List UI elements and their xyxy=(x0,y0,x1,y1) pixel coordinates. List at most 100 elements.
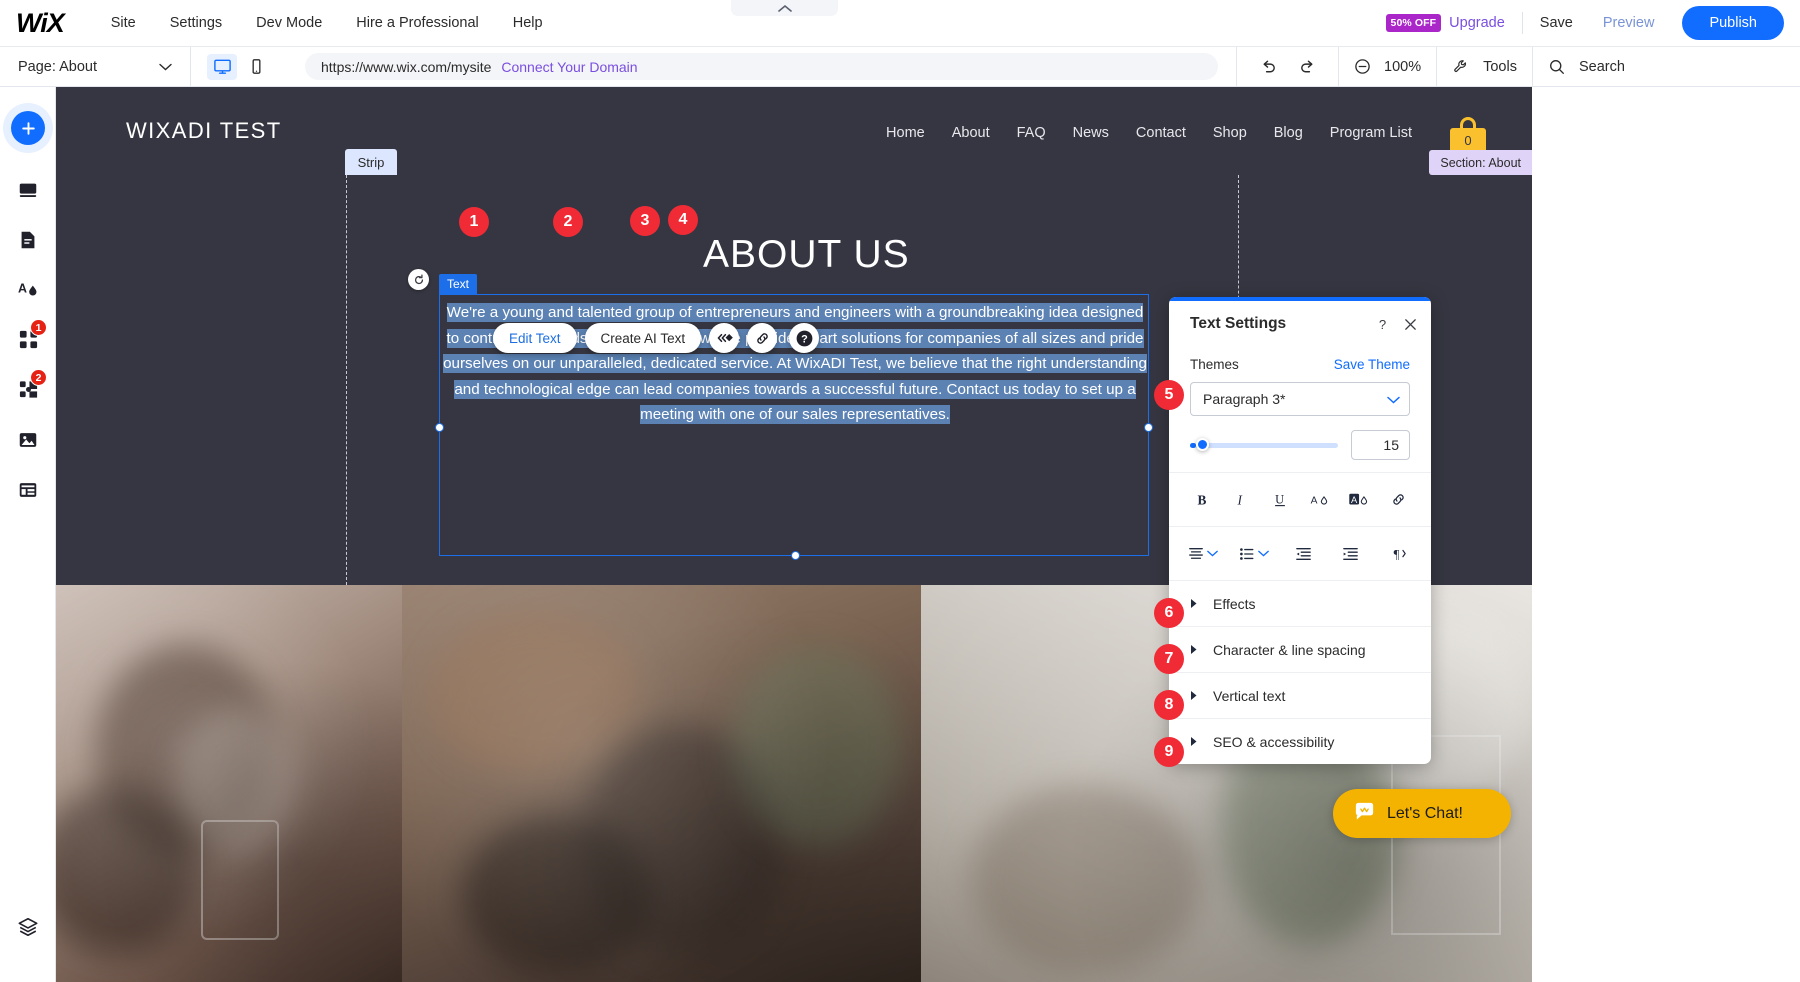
text-direction-button[interactable]: ¶ xyxy=(1385,540,1412,567)
chevron-right-icon xyxy=(1190,736,1198,747)
plus-icon xyxy=(11,111,45,145)
decrease-indent-button[interactable] xyxy=(1290,540,1317,567)
menu-item-site[interactable]: Site xyxy=(94,9,153,37)
nav-item-news[interactable]: News xyxy=(1073,125,1109,141)
menu-item-dev-mode[interactable]: Dev Mode xyxy=(239,9,339,37)
font-size-input[interactable]: 15 xyxy=(1351,430,1410,460)
desktop-view-button[interactable] xyxy=(207,53,237,80)
section-vertical-text[interactable]: Vertical text xyxy=(1169,672,1431,718)
sidebar-item-my-business[interactable]: 2 xyxy=(0,367,56,417)
help-question-icon[interactable]: ? xyxy=(1375,317,1390,332)
site-logo[interactable]: WIXADI TEST xyxy=(126,118,282,144)
preview-button[interactable]: Preview xyxy=(1603,15,1655,31)
site-header[interactable]: WIXADI TEST Home About FAQ News Contact … xyxy=(56,87,1532,175)
italic-button[interactable]: I xyxy=(1227,486,1254,513)
animation-icon[interactable] xyxy=(709,323,740,353)
save-theme-link[interactable]: Save Theme xyxy=(1334,357,1410,372)
increase-indent-button[interactable] xyxy=(1337,540,1364,567)
publish-button[interactable]: Publish xyxy=(1682,6,1784,40)
mobile-view-button[interactable] xyxy=(241,54,271,80)
search-button[interactable]: Search xyxy=(1533,47,1640,87)
nav-item-about[interactable]: About xyxy=(952,125,990,141)
text-settings-panel[interactable]: Text Settings ? Themes Save Theme Paragr… xyxy=(1169,297,1431,764)
nav-item-home[interactable]: Home xyxy=(886,125,925,141)
table-icon xyxy=(17,479,39,506)
section-tag[interactable]: Section: About xyxy=(1429,150,1532,175)
bullet-list-button[interactable] xyxy=(1239,546,1269,562)
close-icon[interactable] xyxy=(1403,317,1418,332)
theme-droplet-icon: A xyxy=(17,278,40,306)
about-paragraph[interactable]: We're a young and talented group of entr… xyxy=(440,300,1150,428)
text-color-button[interactable]: A xyxy=(1306,486,1333,513)
gallery-image-1[interactable] xyxy=(56,585,402,982)
tools-button[interactable]: Tools xyxy=(1437,47,1532,87)
text-align-button[interactable] xyxy=(1188,546,1218,562)
svg-text:?: ? xyxy=(801,333,808,345)
font-size-slider[interactable] xyxy=(1190,438,1338,451)
strip-tag[interactable]: Strip xyxy=(345,149,397,175)
svg-text:A: A xyxy=(1351,495,1358,505)
theme-dropdown[interactable]: Paragraph 3* xyxy=(1190,382,1410,416)
nav-item-blog[interactable]: Blog xyxy=(1274,125,1303,141)
undo-icon[interactable] xyxy=(1255,54,1281,80)
bold-button[interactable]: B xyxy=(1188,486,1215,513)
create-ai-text-button[interactable]: Create AI Text xyxy=(584,323,702,353)
search-label: Search xyxy=(1578,58,1625,75)
slider-knob[interactable] xyxy=(1196,438,1209,451)
sidebar-item-layers[interactable] xyxy=(0,904,56,954)
redo-icon[interactable] xyxy=(1294,54,1320,80)
business-notification-badge: 2 xyxy=(30,369,47,386)
edit-text-button[interactable]: Edit Text xyxy=(493,323,577,353)
svg-text:A: A xyxy=(17,281,26,295)
help-question-icon[interactable]: ? xyxy=(789,323,820,353)
editor-canvas[interactable]: WIXADI TEST Home About FAQ News Contact … xyxy=(56,87,1800,982)
gallery-image-2[interactable] xyxy=(402,585,921,982)
upgrade-link[interactable]: Upgrade xyxy=(1449,15,1505,31)
menu-item-hire-a-professional[interactable]: Hire a Professional xyxy=(339,9,496,37)
highlight-color-button[interactable]: A xyxy=(1346,486,1373,513)
chevron-down-icon xyxy=(159,59,172,75)
page-selector[interactable]: Page: About xyxy=(0,47,190,86)
nav-item-program-list[interactable]: Program List xyxy=(1330,125,1412,141)
sidebar-item-page-sections[interactable] xyxy=(0,217,56,267)
connect-domain-link[interactable]: Connect Your Domain xyxy=(501,59,637,75)
save-button[interactable]: Save xyxy=(1540,15,1573,31)
site-url-bar[interactable]: https://www.wix.com/mysite Connect Your … xyxy=(305,53,1218,80)
section-seo-accessibility[interactable]: SEO & accessibility xyxy=(1169,718,1431,764)
menu-item-help[interactable]: Help xyxy=(496,9,560,37)
rotate-handle[interactable] xyxy=(408,269,429,290)
lets-chat-button[interactable]: Let's Chat! xyxy=(1333,789,1511,838)
section-effects[interactable]: Effects xyxy=(1169,580,1431,626)
sidebar-item-site-pages[interactable] xyxy=(0,167,56,217)
image-icon xyxy=(17,429,39,456)
resize-handle-bottom[interactable] xyxy=(791,551,800,560)
menu-item-settings[interactable]: Settings xyxy=(153,9,239,37)
link-icon[interactable] xyxy=(747,323,778,353)
svg-text:U: U xyxy=(1275,492,1284,506)
themes-label: Themes xyxy=(1190,357,1239,372)
resize-handle-left[interactable] xyxy=(435,423,444,432)
about-heading[interactable]: ABOUT US xyxy=(703,233,910,277)
annotation-marker-7: 7 xyxy=(1154,644,1184,674)
link-button[interactable] xyxy=(1385,486,1412,513)
underline-button[interactable]: U xyxy=(1267,486,1294,513)
annotation-marker-9: 9 xyxy=(1154,737,1184,767)
resize-handle-right[interactable] xyxy=(1144,423,1153,432)
zoom-out-icon[interactable] xyxy=(1354,58,1371,75)
nav-item-faq[interactable]: FAQ xyxy=(1017,125,1046,141)
chevron-down-icon xyxy=(1387,391,1400,407)
nav-item-shop[interactable]: Shop xyxy=(1213,125,1247,141)
annotation-marker-5: 5 xyxy=(1154,380,1184,410)
sidebar-item-apps[interactable]: 1 xyxy=(0,317,56,367)
nav-item-contact[interactable]: Contact xyxy=(1136,125,1186,141)
section-character-line-spacing[interactable]: Character & line spacing xyxy=(1169,626,1431,672)
chat-bubble-icon xyxy=(1353,800,1376,828)
sidebar-item-content-manager[interactable] xyxy=(0,467,56,517)
sidebar-item-add-elements[interactable] xyxy=(0,103,56,153)
cart-widget[interactable]: 0 xyxy=(1450,111,1486,153)
sidebar-item-site-design[interactable]: A xyxy=(0,267,56,317)
collapse-toolbar-handle[interactable] xyxy=(731,0,838,16)
wix-logo[interactable]: WiX xyxy=(16,8,65,39)
sidebar-item-media[interactable] xyxy=(0,417,56,467)
zoom-control[interactable]: 100% xyxy=(1339,47,1436,87)
